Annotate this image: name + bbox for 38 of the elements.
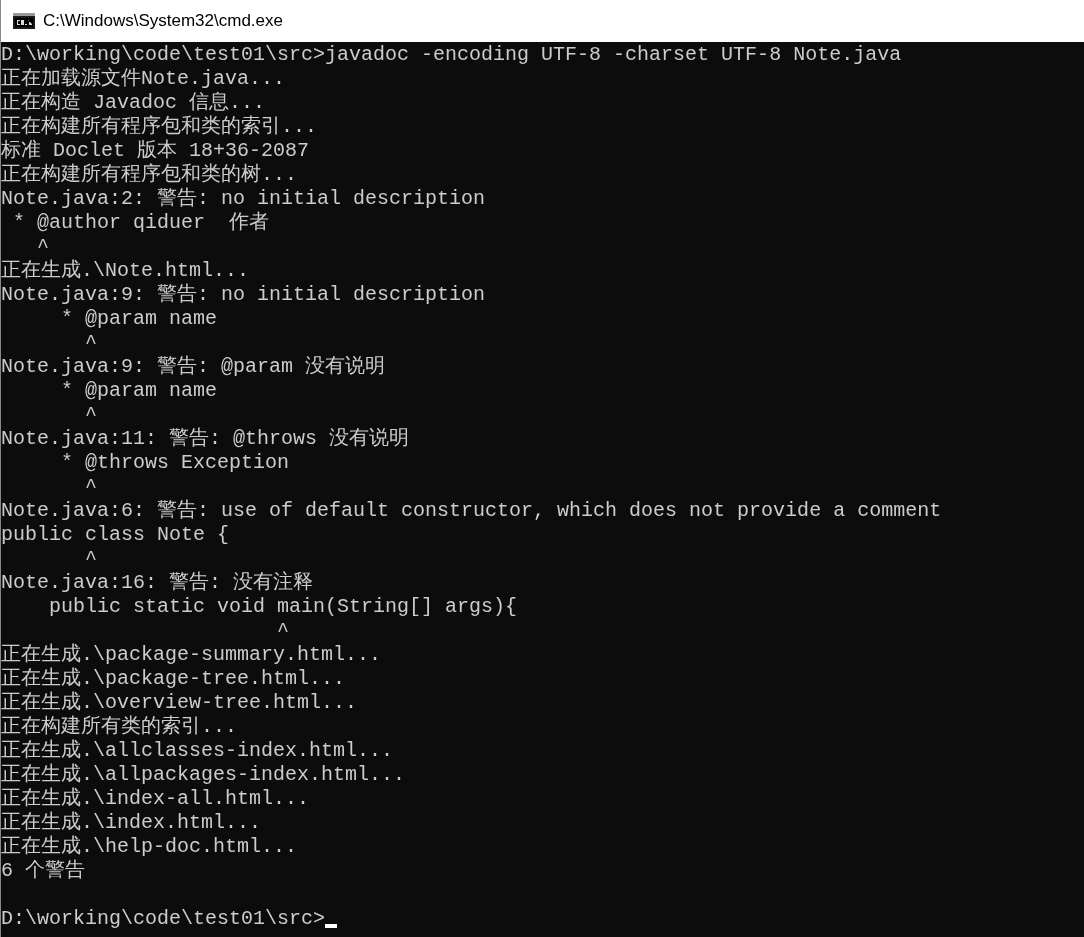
- console-line: Note.java:9: 警告: no initial description: [1, 283, 486, 307]
- console-line: ^: [84, 403, 97, 427]
- console-line: ^: [276, 619, 290, 643]
- console-line: 正在构造 Javadoc 信息...: [1, 91, 266, 115]
- console-line: 标准 Doclet 版本 18+36-2087: [1, 139, 310, 163]
- console-line: public static void main(String[] args){: [48, 595, 518, 619]
- console-line: * @throws Exception: [60, 451, 290, 475]
- console-line: public class Note {: [1, 523, 230, 547]
- window-title: C:\Windows\System32\cmd.exe: [43, 10, 283, 33]
- console-line: 正在生成.\Note.html...: [1, 259, 250, 283]
- console-line: 正在生成.\index.html...: [1, 811, 262, 835]
- console-line: D:\working\code\test01\src>: [1, 907, 326, 931]
- console-line: 正在构建所有程序包和类的树...: [1, 163, 297, 187]
- console-line: Note.java:11: 警告: @throws 没有说明: [1, 427, 410, 451]
- console-line: 正在生成.\allpackages-index.html...: [1, 763, 406, 787]
- console-line: 正在生成.\package-tree.html...: [1, 667, 346, 691]
- console-line: Note.java:16: 警告: 没有注释: [1, 571, 314, 595]
- console-line: * @param name: [60, 307, 218, 331]
- console-line: Note.java:2: 警告: no initial description: [1, 187, 486, 211]
- console-line: 正在构建所有类的索引...: [1, 715, 237, 739]
- console-line: ^: [84, 547, 97, 571]
- console-line: 正在生成.\overview-tree.html...: [1, 691, 358, 715]
- console-line: * @author qiduer 作者: [12, 211, 270, 235]
- console-line: 正在生成.\index-all.html...: [1, 787, 310, 811]
- console-line: Note.java:6: 警告: use of default constructor, which does not provide a comment: [1, 499, 942, 523]
- terminal-icon: [13, 13, 35, 29]
- console-line: 正在生成.\allclasses-index.html...: [1, 739, 394, 763]
- console-line: 正在生成.\package-summary.html...: [1, 643, 382, 667]
- console-line: ^: [84, 475, 97, 499]
- console-line: D:\working\code\test01\src>javadoc -encoding UTF-8 -charset UTF-8 Note.java: [1, 43, 902, 67]
- console-line: 6 个警告: [1, 859, 85, 883]
- console-line: 正在构建所有程序包和类的索引...: [1, 115, 317, 139]
- console-line: 正在生成.\help-doc.html...: [1, 835, 298, 859]
- console-line: ^: [36, 235, 49, 259]
- console-line: * @param name: [60, 379, 218, 403]
- console-line: ^: [84, 331, 97, 355]
- console-line: 正在加载源文件Note.java...: [1, 67, 286, 91]
- console-line: Note.java:9: 警告: @param 没有说明: [1, 355, 386, 379]
